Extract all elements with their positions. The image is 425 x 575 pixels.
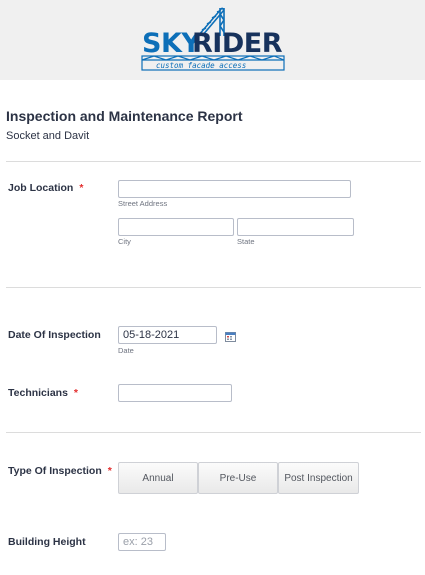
logo-tagline: custom facade access (156, 61, 246, 70)
calendar-icon[interactable] (225, 331, 236, 342)
inspection-type-pre-use-button[interactable]: Pre-Use (198, 462, 278, 494)
section-divider (6, 432, 421, 433)
inspection-type-annual-button[interactable]: Annual (118, 462, 198, 494)
job-location-label-text: Job Location (8, 182, 74, 194)
date-sublabel: Date (118, 346, 134, 355)
technicians-input[interactable] (118, 384, 232, 402)
technicians-label: Technicians * (8, 387, 78, 399)
building-height-label: Building Height (8, 536, 86, 548)
street-address-sublabel: Street Address (118, 199, 168, 208)
job-location-label: Job Location * (8, 182, 83, 194)
section-divider (6, 161, 421, 162)
section-divider (6, 287, 421, 288)
required-asterisk: * (73, 387, 79, 399)
logo-text-rider: RIDER (192, 28, 283, 59)
technicians-label-text: Technicians (8, 387, 68, 399)
header-banner: SKY RIDER custom facade access (0, 0, 425, 80)
street-address-input[interactable] (118, 180, 351, 198)
building-height-input[interactable] (118, 533, 166, 551)
form-subtitle: Socket and Davit (6, 130, 90, 142)
date-of-inspection-label: Date Of Inspection (8, 329, 101, 341)
required-asterisk: * (79, 182, 84, 194)
form-title: Inspection and Maintenance Report (6, 108, 243, 124)
type-of-inspection-label-text: Type Of Inspection (8, 465, 102, 477)
inspection-type-post-inspection-button[interactable]: Post Inspection (278, 462, 359, 494)
type-of-inspection-label: Type Of Inspection * (8, 465, 112, 477)
city-sublabel: City (118, 237, 131, 246)
city-input[interactable] (118, 218, 234, 236)
date-input[interactable] (118, 326, 217, 344)
required-asterisk: * (107, 465, 112, 477)
state-input[interactable] (237, 218, 354, 236)
skyrider-logo: SKY RIDER custom facade access (141, 7, 285, 71)
state-sublabel: State (237, 237, 255, 246)
